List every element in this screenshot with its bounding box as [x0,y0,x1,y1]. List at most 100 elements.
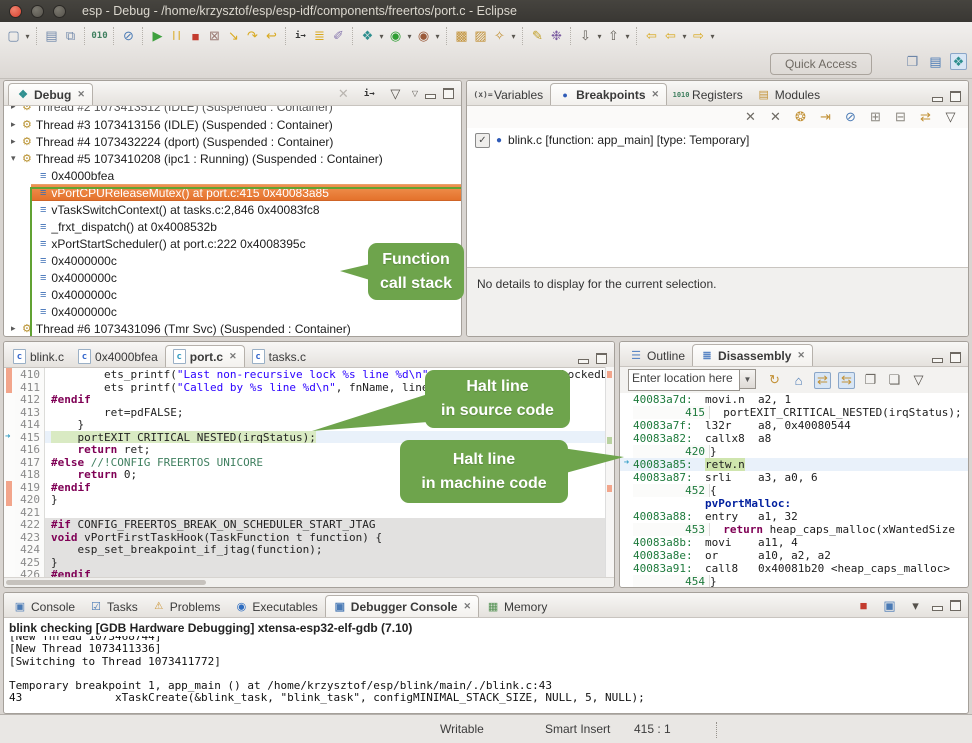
code-area[interactable]: 410 ets_printf("Last non-recursive lock … [4,368,614,581]
skip-all-breakpoints-icon[interactable]: ⊘ [842,109,859,126]
tab-tasks-c[interactable]: c tasks.c [245,346,313,367]
tab-outline[interactable]: ☰ Outline [622,345,692,366]
window-maximize-button[interactable] [53,5,66,18]
disassembly-line[interactable]: 454} [620,575,968,588]
tab-debugger-console[interactable]: ▣ Debugger Console ✕ [325,595,479,617]
debug-icon[interactable]: ❖ [359,28,376,45]
overview-ruler[interactable] [605,367,614,578]
skip-all-breakpoints-icon[interactable]: ⊘ [120,28,137,45]
disconnect-icon[interactable]: ⊠ [206,28,223,45]
disassembly-line[interactable]: 40083a88:entry a1, 32 [620,510,968,523]
open-resource-icon[interactable]: ▨ [472,28,489,45]
close-icon[interactable]: ✕ [229,351,237,362]
tab-executables[interactable]: ◉ Executables [227,596,324,617]
tab-port-c[interactable]: c port.c ✕ [165,345,245,367]
code-line[interactable]: 422#if CONFIG_FREERTOS_BREAK_ON_SCHEDULE… [4,518,614,531]
instruction-pointer-icon[interactable]: ➜ [4,431,15,444]
previous-annotation-dropdown-icon[interactable]: ▾ [623,32,632,41]
debug-perspective-icon[interactable]: ❖ [950,53,967,70]
disassembly-line[interactable]: 40083a82:callx8 a8 [620,432,968,445]
view-menu-icon[interactable]: ▽ [412,89,418,98]
overview-marker[interactable] [607,437,612,444]
maximize-icon[interactable] [596,353,607,364]
sync-with-active-context-icon[interactable]: ⇄ [814,372,831,389]
console-output[interactable]: [New Thread 1073468744][New Thread 10734… [4,636,968,705]
chevron-right-icon[interactable]: ▸ [11,323,20,334]
disassembly-line[interactable]: 40083a7d:movi.n a2, 1 [620,393,968,406]
minimize-icon[interactable] [932,358,943,363]
line-number[interactable]: 414 [15,418,45,431]
line-number[interactable]: 416 [15,443,45,456]
line-number[interactable]: 421 [15,506,45,519]
remove-all-breakpoints-icon[interactable]: ✕ [767,109,784,126]
suspend-icon[interactable]: || [168,28,185,45]
annotation-ruler[interactable] [4,468,15,481]
link-with-debug-view-icon[interactable]: ⇄ [917,109,934,126]
disassembly-line[interactable]: ➜40083a85:retw.n [620,458,968,471]
line-number[interactable]: 419 [15,481,45,494]
collapse-all-icon[interactable]: ⊟ [892,109,909,126]
code-line[interactable]: 417#else //!CONFIG_FREERTOS_UNICORE [4,456,614,469]
step-over-icon[interactable]: ↷ [244,28,261,45]
new-wizard-dropdown-icon[interactable]: ▾ [23,32,32,41]
cpp-perspective-icon[interactable]: ▤ [927,53,944,70]
line-number[interactable]: 410 [15,368,45,381]
previous-annotation-icon[interactable]: ⇧ [605,28,622,45]
minimize-icon[interactable] [932,97,943,102]
annotation-ruler[interactable] [4,393,15,406]
debug-dropdown-icon[interactable]: ▾ [377,32,386,41]
annotation-ruler[interactable] [4,381,15,394]
annotation-ruler[interactable] [4,368,15,381]
open-new-view-icon[interactable]: ❐ [862,372,879,389]
maximize-icon[interactable] [950,600,961,611]
close-icon[interactable]: ✕ [463,601,471,612]
close-icon[interactable]: ✕ [652,89,660,100]
tab-registers[interactable]: 1010 Registers [667,84,750,105]
debug-thread-row[interactable]: ▾⚙Thread #5 1073410208 (ipc1 : Running) … [4,150,461,167]
last-edit-location-icon[interactable]: ⇦ [643,28,660,45]
overview-marker[interactable] [607,485,612,492]
code-line[interactable]: 421 [4,506,614,519]
annotation-ruler[interactable] [4,456,15,469]
minimize-icon[interactable] [578,359,589,364]
line-number[interactable]: 413 [15,406,45,419]
annotation-ruler[interactable] [4,493,15,506]
line-number[interactable]: 418 [15,468,45,481]
scrollbar-thumb[interactable] [6,580,206,585]
debug-thread-row[interactable]: ▸⚙Thread #3 1073413156 (IDLE) (Suspended… [4,116,461,133]
annotation-ruler[interactable] [4,481,15,494]
breakpoint-list-item[interactable]: ✓ ● blink.c [function: app_main] [type: … [467,128,968,149]
annotation-ruler[interactable] [4,406,15,419]
stack-frame-row[interactable]: ≡_frxt_dispatch() at 0x4008532b [4,218,461,235]
show-annotations-icon[interactable]: ❉ [548,28,565,45]
annotation-ruler[interactable] [4,531,15,544]
chevron-right-icon[interactable]: ▸ [11,119,20,130]
disassembly-line[interactable]: 40083a8b:movi a11, 4 [620,536,968,549]
disassembly-line[interactable]: 40083a87:srli a3, a0, 6 [620,471,968,484]
stack-frame-row[interactable]: ≡vTaskSwitchContext() at tasks.c:2,846 0… [4,201,461,218]
location-input[interactable]: Enter location here [628,369,740,391]
code-line[interactable]: 423void vPortFirstTaskHook(TaskFunction_… [4,531,614,544]
home-icon[interactable]: ⌂ [790,372,807,389]
back-icon[interactable]: ⇦ [662,28,679,45]
window-minimize-button[interactable] [31,5,44,18]
view-menu-icon[interactable]: ▽ [942,109,959,126]
run-dropdown-icon[interactable]: ▾ [405,32,414,41]
binary-icon[interactable]: 010 [91,28,108,45]
disassembly-line[interactable]: 452{ [620,484,968,497]
stack-frame-row[interactable]: ≡xPortStartScheduler() at port.c:222 0x4… [4,235,461,252]
remove-breakpoint-icon[interactable]: ✕ [742,109,759,126]
stack-frame-row[interactable]: ≡vPortCPUReleaseMutex() at port.c:415 0x… [31,184,461,201]
open-type-icon[interactable]: ▩ [453,28,470,45]
next-annotation-icon[interactable]: ⇩ [577,28,594,45]
instruction-stepping-icon[interactable]: i→ [292,28,309,45]
annotation-ruler[interactable] [4,556,15,569]
line-number[interactable]: 417 [15,456,45,469]
line-number[interactable]: 422 [15,518,45,531]
line-number[interactable]: 415 [15,431,45,444]
disassembly-line[interactable]: 415 portEXIT_CRITICAL_NESTED(irqStatus); [620,406,968,419]
tab-debug[interactable]: ❖ Debug ✕ [8,83,93,105]
go-to-file-icon[interactable]: ⇥ [817,109,834,126]
remove-all-terminated-icon[interactable]: ✕ [335,85,352,102]
view-menu-icon[interactable]: ▽ [387,85,404,102]
